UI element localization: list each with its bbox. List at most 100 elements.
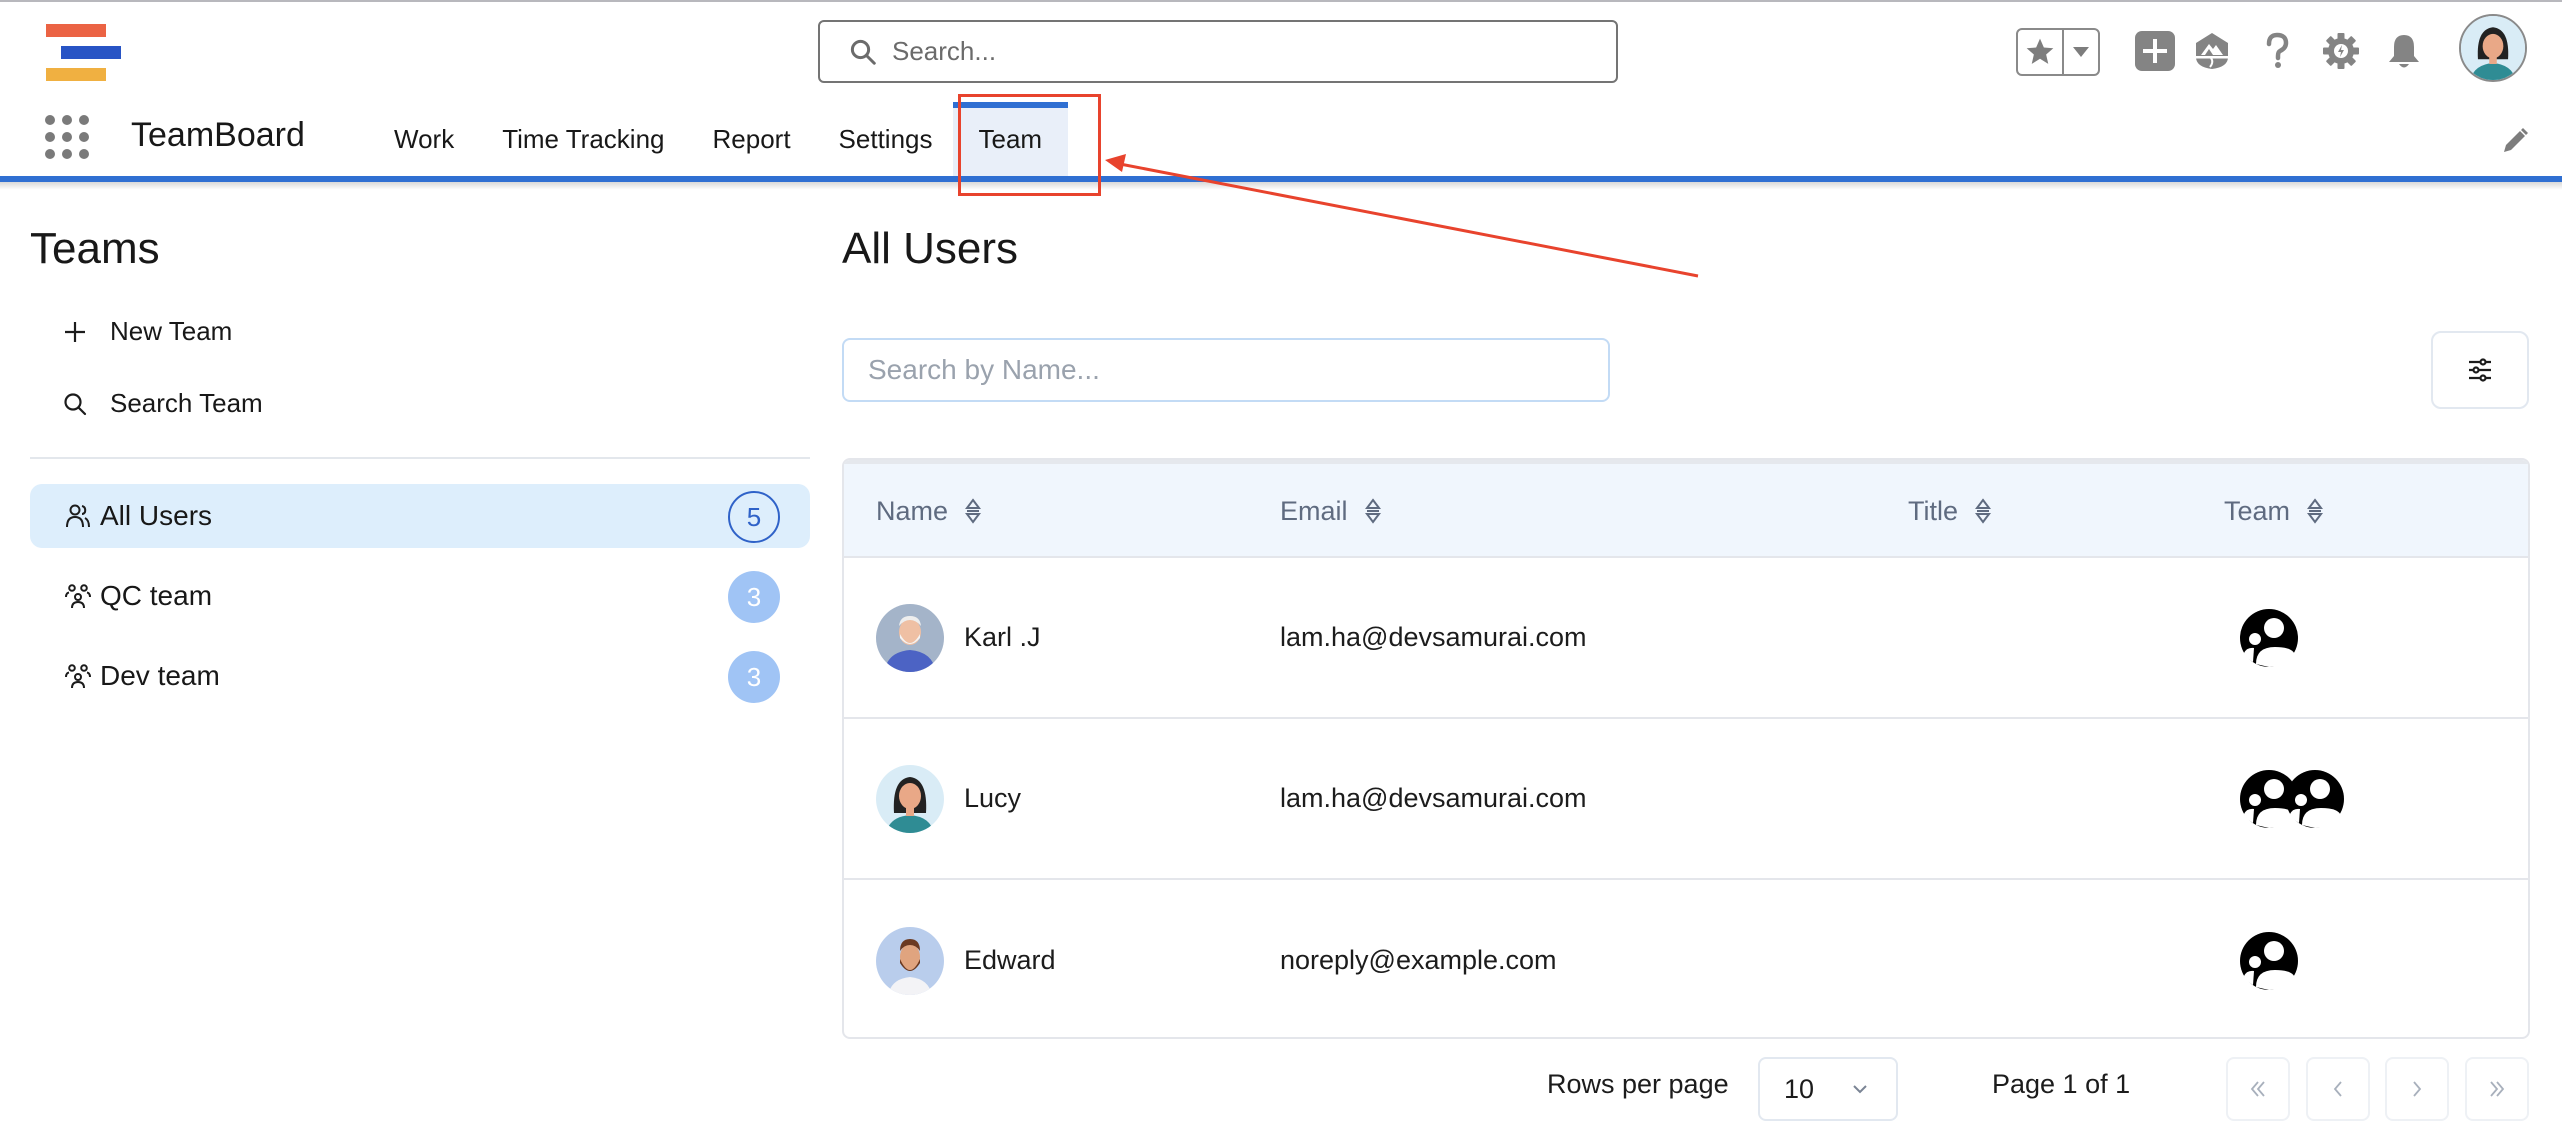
chevron-right-icon xyxy=(2413,1081,2422,1097)
rows-per-page-select[interactable]: 10 xyxy=(1758,1057,1898,1121)
column-label: Email xyxy=(1280,495,1348,526)
pencil-icon xyxy=(2504,128,2528,152)
trailhead-button[interactable] xyxy=(2191,30,2233,72)
rows-per-page-label: Rows per page xyxy=(1547,1069,1729,1099)
email-cell: lam.ha@devsamurai.com xyxy=(1280,622,1587,652)
favorites-dropdown-button[interactable] xyxy=(2064,30,2098,74)
nav-tab-time-tracking[interactable]: Time Tracking xyxy=(478,102,688,176)
chevron-left-icon xyxy=(2333,1081,2342,1097)
sort-icon xyxy=(1364,498,1381,524)
nav-shadow xyxy=(0,182,2562,190)
chevrons-right-icon xyxy=(2490,1081,2505,1097)
sidebar-item-qc-team[interactable]: QC team 3 xyxy=(30,564,810,628)
sidebar-item-dev-team[interactable]: Dev team 3 xyxy=(30,644,810,708)
search-team-label: Search Team xyxy=(110,388,263,418)
global-search[interactable] xyxy=(818,20,1618,83)
email-cell: noreply@example.com xyxy=(1280,945,1557,975)
table-row[interactable]: Karl .J lam.ha@devsamurai.com xyxy=(844,558,2528,719)
table-header: Name Email Title Team xyxy=(844,460,2528,558)
team-cell xyxy=(2238,880,2298,1037)
users-icon xyxy=(66,504,90,528)
favorite-star-button[interactable] xyxy=(2018,30,2064,74)
window-top-border xyxy=(0,0,2562,2)
user-name: Karl .J xyxy=(964,622,1041,652)
favorites-button-group[interactable] xyxy=(2016,28,2100,76)
global-search-input[interactable] xyxy=(892,36,1572,67)
edit-nav-button[interactable] xyxy=(2500,126,2530,156)
team-badges xyxy=(2238,768,2344,830)
team-badge-icon[interactable] xyxy=(2238,607,2300,669)
sidebar-divider xyxy=(30,457,810,459)
page-title: All Users xyxy=(842,224,1019,273)
group-icon xyxy=(65,664,91,689)
user-avatar xyxy=(876,764,944,833)
search-icon xyxy=(850,39,876,65)
nav-tab-report[interactable]: Report xyxy=(689,102,815,176)
trailhead-icon xyxy=(2196,33,2228,69)
notification-bell-icon xyxy=(2389,35,2419,68)
team-badge-icon[interactable] xyxy=(2284,768,2346,830)
nav-tab-settings[interactable]: Settings xyxy=(815,102,953,176)
app-logo[interactable] xyxy=(46,24,126,84)
star-icon xyxy=(2026,38,2054,64)
column-header-email[interactable]: Email xyxy=(1280,464,1382,558)
user-avatar[interactable] xyxy=(2459,14,2527,82)
dropdown-caret-icon xyxy=(2073,47,2089,57)
column-header-name[interactable]: Name xyxy=(876,464,982,558)
annotation-highlight-box xyxy=(958,94,1101,196)
team-badges xyxy=(2238,930,2298,992)
global-add-button[interactable] xyxy=(2134,30,2176,72)
setup-gear-icon xyxy=(2323,33,2359,69)
setup-button[interactable] xyxy=(2320,30,2362,72)
sort-icon xyxy=(2307,498,2324,524)
sort-icon xyxy=(1975,498,1992,524)
team-count-badge: 3 xyxy=(728,651,780,703)
user-avatar xyxy=(876,926,944,995)
help-button[interactable] xyxy=(2256,30,2298,72)
team-cell xyxy=(2238,558,2298,717)
team-badges xyxy=(2238,607,2298,669)
page-info: Page 1 of 1 xyxy=(1992,1069,2131,1099)
nav-tab-work[interactable]: Work xyxy=(370,102,478,176)
table-row[interactable]: Edward noreply@example.com xyxy=(844,880,2528,1037)
previous-page-button[interactable] xyxy=(2306,1057,2370,1121)
column-header-title[interactable]: Title xyxy=(1908,464,1992,558)
new-team-button[interactable]: New Team xyxy=(62,316,232,347)
team-badge-icon[interactable] xyxy=(2238,930,2300,992)
table-row[interactable]: Lucy lam.ha@devsamurai.com xyxy=(844,719,2528,880)
filter-settings-button[interactable] xyxy=(2431,331,2529,409)
team-cell xyxy=(2238,719,2344,878)
last-page-button[interactable] xyxy=(2465,1057,2529,1121)
users-table: Name Email Title Team Karl .J lam.ha@dev… xyxy=(842,458,2530,1039)
name-search-input[interactable] xyxy=(868,354,1608,386)
search-team-button[interactable]: Search Team xyxy=(62,388,263,419)
user-name: Lucy xyxy=(964,783,1022,813)
next-page-button[interactable] xyxy=(2385,1057,2449,1121)
column-label: Team xyxy=(2224,495,2291,526)
new-team-label: New Team xyxy=(110,316,233,346)
group-icon xyxy=(65,584,91,609)
search-icon xyxy=(64,392,87,415)
user-name: Edward xyxy=(964,945,1056,975)
chevron-down-icon xyxy=(1853,1085,1867,1094)
add-icon xyxy=(2135,31,2175,71)
help-icon xyxy=(2266,32,2289,68)
sliders-icon xyxy=(2469,358,2491,382)
app-name: TeamBoard xyxy=(131,116,305,154)
app-launcher-button[interactable] xyxy=(45,115,89,159)
email-cell: lam.ha@devsamurai.com xyxy=(1280,783,1587,813)
chevrons-left-icon xyxy=(2250,1081,2265,1097)
sort-icon xyxy=(965,498,982,524)
column-label: Name xyxy=(876,495,949,526)
user-avatar-image xyxy=(2461,16,2525,80)
sidebar-item-all-users[interactable]: All Users 5 xyxy=(30,484,810,548)
first-page-button[interactable] xyxy=(2226,1057,2290,1121)
team-label: QC team xyxy=(100,580,213,611)
name-cell: Karl .J xyxy=(876,558,1041,717)
name-cell: Edward xyxy=(876,880,1056,1037)
notifications-button[interactable] xyxy=(2383,30,2425,72)
column-header-team[interactable]: Team xyxy=(2224,464,2324,558)
name-search-field[interactable] xyxy=(842,338,1610,402)
sidebar-title: Teams xyxy=(30,224,160,273)
team-count-badge: 3 xyxy=(728,571,780,623)
